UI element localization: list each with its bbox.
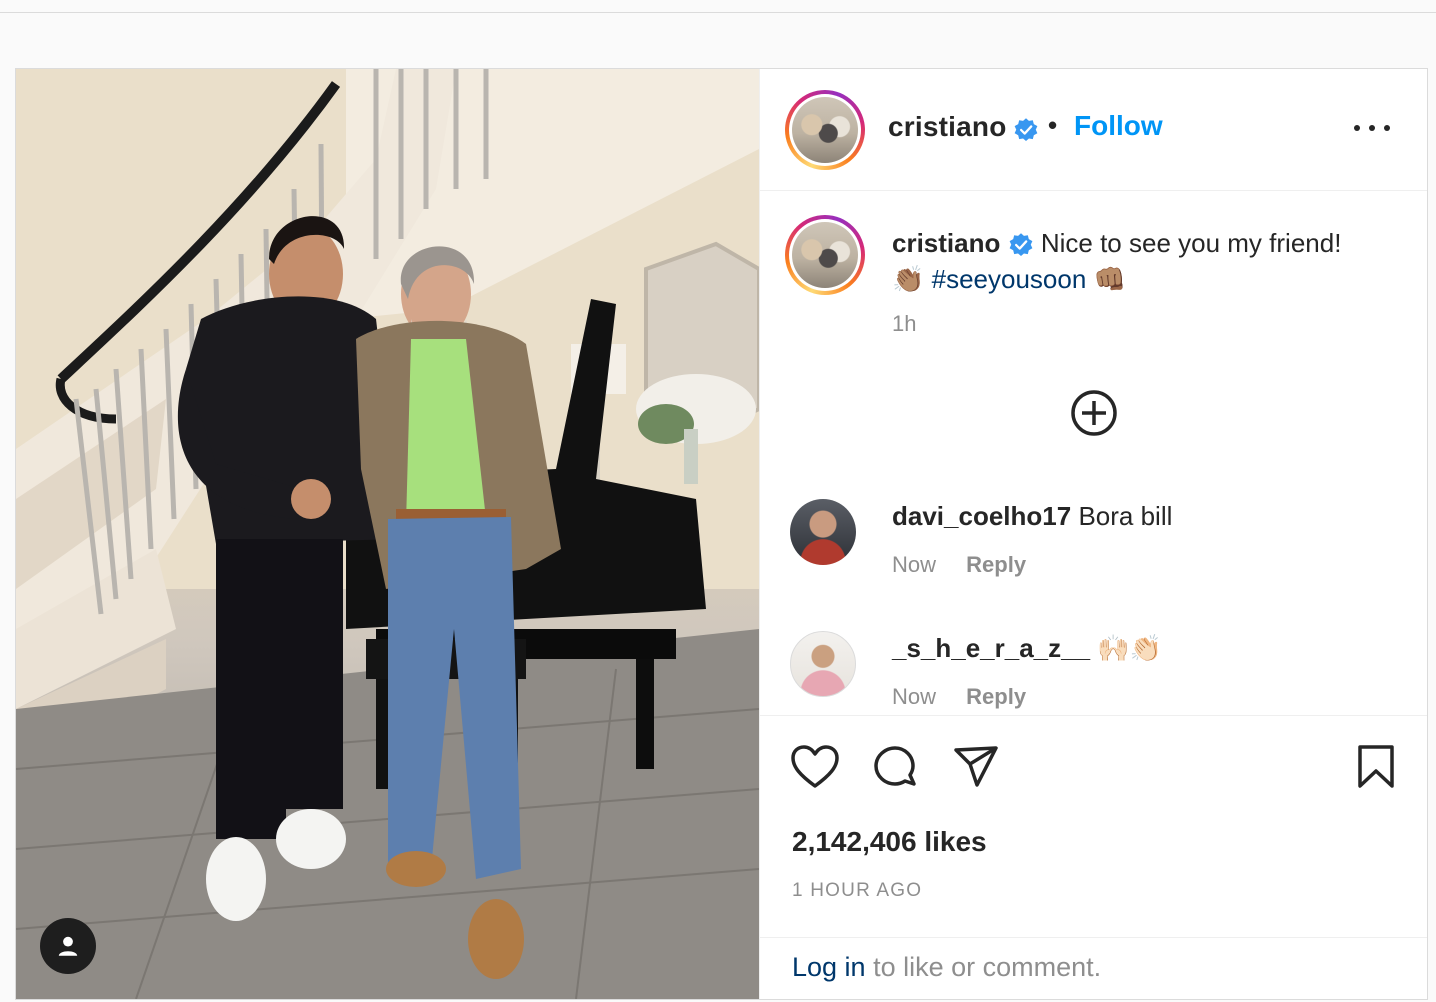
post-timestamp: 1 HOUR AGO (792, 880, 923, 901)
comment-username[interactable]: _s_h_e_r_a_z__ (892, 633, 1090, 663)
comment-time: Now (892, 684, 937, 709)
comment-icon[interactable] (871, 744, 919, 792)
instagram-post: cristiano • Follow cristiano Nice to see… (15, 68, 1428, 1000)
caption-avatar[interactable] (785, 215, 865, 295)
post-photo[interactable] (16, 69, 759, 999)
caption-time: 1h (892, 311, 917, 336)
user-tag-button[interactable] (40, 918, 96, 974)
verified-badge-icon (1009, 233, 1032, 257)
follow-button[interactable]: Follow (1074, 110, 1163, 142)
verified-badge-icon (1014, 118, 1038, 142)
comment-time: Now (892, 552, 937, 577)
login-prompt-text: to like or comment. (873, 952, 1102, 982)
comment-avatar[interactable] (790, 631, 856, 697)
comment-text: 🙌🏻👏🏻 (1097, 633, 1163, 663)
fist-emoji: 👊🏽 (1093, 264, 1126, 294)
share-icon[interactable] (953, 744, 999, 790)
comments-list[interactable]: davi_coelho17 Bora bill Now Reply _s_h_e… (760, 489, 1427, 715)
caption-body: Nice to see you my friend! (1040, 228, 1342, 258)
photo-scene (16, 69, 759, 999)
comment-username[interactable]: davi_coelho17 (892, 501, 1071, 531)
comment-avatar[interactable] (790, 499, 856, 565)
heart-icon[interactable] (790, 744, 840, 790)
reply-button[interactable]: Reply (966, 552, 1026, 577)
login-link[interactable]: Log in (792, 952, 866, 982)
hashtag-link[interactable]: #seeyousoon (932, 264, 1087, 294)
header-separator: • (1048, 110, 1058, 140)
user-tag-icon (58, 936, 78, 956)
post-side-panel: cristiano • Follow cristiano Nice to see… (759, 69, 1427, 999)
bookmark-icon[interactable] (1356, 744, 1396, 790)
login-prompt: Log in to like or comment. (760, 937, 1427, 1000)
comment-text: Bora bill (1078, 501, 1173, 531)
top-divider (0, 12, 1436, 13)
post-actions: 2,142,406 likes 1 HOUR AGO (760, 715, 1427, 938)
author-avatar[interactable] (785, 90, 865, 170)
caption-text: cristiano Nice to see you my friend! 👏🏽 … (892, 225, 1362, 297)
more-options-button[interactable] (1354, 125, 1390, 137)
reply-button[interactable]: Reply (966, 684, 1026, 709)
more-icon (1354, 125, 1360, 131)
author-username[interactable]: cristiano (888, 111, 1007, 143)
post-header: cristiano • Follow (760, 69, 1427, 191)
likes-count[interactable]: 2,142,406 likes (792, 826, 987, 858)
load-more-plus-icon[interactable] (1069, 388, 1119, 438)
caption-username[interactable]: cristiano (892, 228, 1000, 258)
clap-emoji: 👏🏽 (892, 264, 925, 294)
